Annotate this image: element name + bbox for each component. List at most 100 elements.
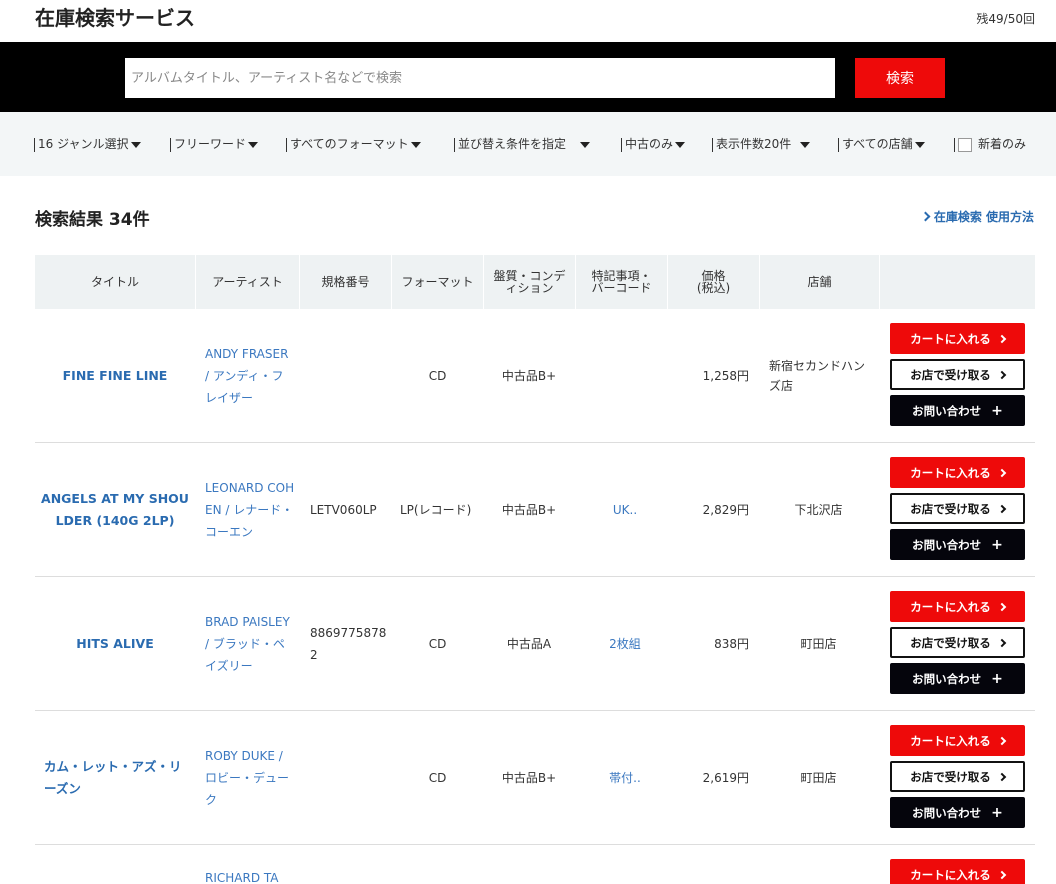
table-header: タイトル アーティスト 規格番号 フォーマット 盤質・コンデ ィション 特記事項… — [35, 255, 1035, 309]
add-to-cart-button[interactable]: カートに入れる — [890, 725, 1025, 756]
item-format: CD — [428, 368, 447, 383]
chevron-right-icon — [997, 334, 1006, 343]
store-pickup-button[interactable]: お店で受け取る — [890, 761, 1025, 792]
remaining-count: 残49/50回 — [976, 12, 1035, 26]
item-code — [310, 711, 390, 844]
filter-divider — [954, 137, 955, 152]
item-format: CD — [428, 636, 447, 651]
item-format: CD — [428, 770, 447, 785]
item-condition: 中古品B+ — [501, 771, 557, 785]
plus-icon: + — [991, 402, 1003, 419]
add-to-cart-button[interactable]: カートに入れる — [890, 859, 1025, 884]
inquiry-button[interactable]: お問い合わせ + — [890, 797, 1025, 828]
item-price: 2,619円 — [702, 771, 749, 785]
item-store: 町田店 — [800, 770, 837, 785]
item-title[interactable]: FINE FINE LINE — [35, 309, 195, 442]
page-title: 在庫検索サービス — [35, 6, 195, 30]
filter-page-size-label: 表示件数20件 — [716, 137, 792, 151]
search-bar: 検索 — [0, 42, 1056, 112]
item-condition: 中古品B+ — [501, 369, 557, 383]
item-condition: 中古品B+ — [501, 503, 557, 517]
filter-used-only[interactable]: 中古のみ — [621, 136, 686, 152]
chevron-right-icon — [997, 736, 1006, 745]
item-code — [310, 309, 390, 442]
item-store: 新宿セカンドハンズ店 — [769, 358, 866, 393]
add-to-cart-button[interactable]: カートに入れる — [890, 591, 1025, 622]
add-to-cart-button[interactable]: カートに入れる — [890, 323, 1025, 354]
filter-format[interactable]: すべてのフォーマット — [286, 136, 421, 152]
filter-stores-label: すべての店舗 — [842, 137, 913, 151]
new-arrivals-checkbox[interactable] — [958, 137, 972, 152]
filter-bar: 16 ジャンル選択 フリーワード すべてのフォーマット 並び替え条件を指定 中古… — [0, 112, 1056, 176]
header-code: 規格番号 — [299, 255, 391, 309]
chevron-right-icon — [997, 468, 1006, 477]
item-artist[interactable]: ANDY FRASER / アンディ・フレイザー — [205, 309, 295, 442]
header-actions — [879, 255, 1035, 309]
plus-icon: + — [991, 670, 1003, 687]
header-store: 店舗 — [759, 255, 879, 309]
inquiry-button[interactable]: お問い合わせ + — [890, 395, 1025, 426]
filter-page-size[interactable]: 表示件数20件 — [712, 136, 811, 152]
filter-divider — [712, 137, 713, 152]
filter-sort-label: 並び替え条件を指定 — [458, 137, 567, 151]
chevron-right-icon — [997, 638, 1006, 647]
filter-freeword[interactable]: フリーワード — [170, 136, 259, 152]
search-button[interactable]: 検索 — [855, 58, 945, 98]
chevron-right-icon — [997, 870, 1006, 879]
dropdown-arrow-icon — [914, 141, 925, 148]
item-code: 88697758782 — [310, 625, 387, 662]
header-notes: 特記事項・ バーコード — [575, 255, 667, 309]
item-title[interactable]: HITS ALIVE — [35, 577, 195, 710]
filter-stores[interactable]: すべての店舗 — [838, 136, 925, 152]
plus-icon: + — [991, 804, 1003, 821]
item-notes[interactable]: UK.. — [580, 443, 670, 576]
howto-link[interactable]: 在庫検索 使用方法 — [920, 208, 1034, 225]
item-price: 2,829円 — [702, 503, 749, 517]
filter-sort[interactable]: 並び替え条件を指定 — [454, 136, 591, 152]
item-store: 下北沢店 — [794, 502, 843, 517]
item-notes[interactable]: 2枚組 — [580, 577, 670, 710]
item-notes[interactable] — [580, 309, 670, 442]
table-row: FINE FINE LINE ANDY FRASER / アンディ・フレイザー … — [35, 309, 1035, 443]
store-pickup-button[interactable]: お店で受け取る — [890, 627, 1025, 658]
item-artist[interactable]: LEONARD COHEN / レナード・コーエン — [205, 443, 295, 576]
plus-icon: + — [991, 536, 1003, 553]
chevron-right-icon — [997, 602, 1006, 611]
item-title[interactable]: ANGELS AT MY SHOULDER (140G 2LP) — [35, 443, 195, 576]
inquiry-button[interactable]: お問い合わせ + — [890, 663, 1025, 694]
table-row: ANGELS AT MY SHOULDER (140G 2LP) LEONARD… — [35, 443, 1035, 577]
filter-divider — [34, 137, 35, 152]
header-format: フォーマット — [391, 255, 483, 309]
filter-format-label: すべてのフォーマット — [290, 137, 409, 151]
filter-divider — [621, 137, 622, 152]
search-input[interactable] — [125, 58, 835, 98]
dropdown-arrow-icon — [248, 141, 259, 148]
filter-genre[interactable]: 16 ジャンル選択 — [34, 136, 141, 152]
item-price: 1,258円 — [702, 369, 749, 383]
dropdown-arrow-icon — [130, 141, 141, 148]
store-pickup-button[interactable]: お店で受け取る — [890, 359, 1025, 390]
filter-divider — [838, 137, 839, 152]
item-artist[interactable]: RICHARD TA — [205, 845, 295, 884]
chevron-right-icon — [997, 370, 1006, 379]
filter-divider — [286, 137, 287, 152]
filter-new-arrivals[interactable]: 新着のみ — [954, 136, 1026, 152]
inquiry-button[interactable]: お問い合わせ + — [890, 529, 1025, 560]
table-row: カム・レット・アズ・リーズン ROBY DUKE / ロビー・デューク CD 中… — [35, 711, 1035, 845]
header-title: タイトル — [90, 275, 139, 289]
item-artist[interactable]: BRAD PAISLEY / ブラッド・ペイズリー — [205, 577, 295, 710]
header-price: 価格 (税込) — [667, 255, 759, 309]
chevron-right-icon — [997, 504, 1006, 513]
add-to-cart-button[interactable]: カートに入れる — [890, 457, 1025, 488]
results-count-heading: 検索結果 34件 — [35, 210, 150, 230]
store-pickup-button[interactable]: お店で受け取る — [890, 493, 1025, 524]
dropdown-arrow-icon — [580, 141, 591, 148]
item-notes[interactable]: 帯付.. — [580, 711, 670, 844]
filter-used-only-label: 中古のみ — [625, 137, 674, 151]
chevron-right-icon — [997, 772, 1006, 781]
item-title[interactable]: カム・レット・アズ・リーズン — [35, 711, 195, 844]
filter-divider — [170, 137, 171, 152]
item-artist[interactable]: ROBY DUKE / ロビー・デューク — [205, 711, 295, 844]
dropdown-arrow-icon — [410, 141, 421, 148]
filter-new-arrivals-label: 新着のみ — [978, 137, 1027, 151]
